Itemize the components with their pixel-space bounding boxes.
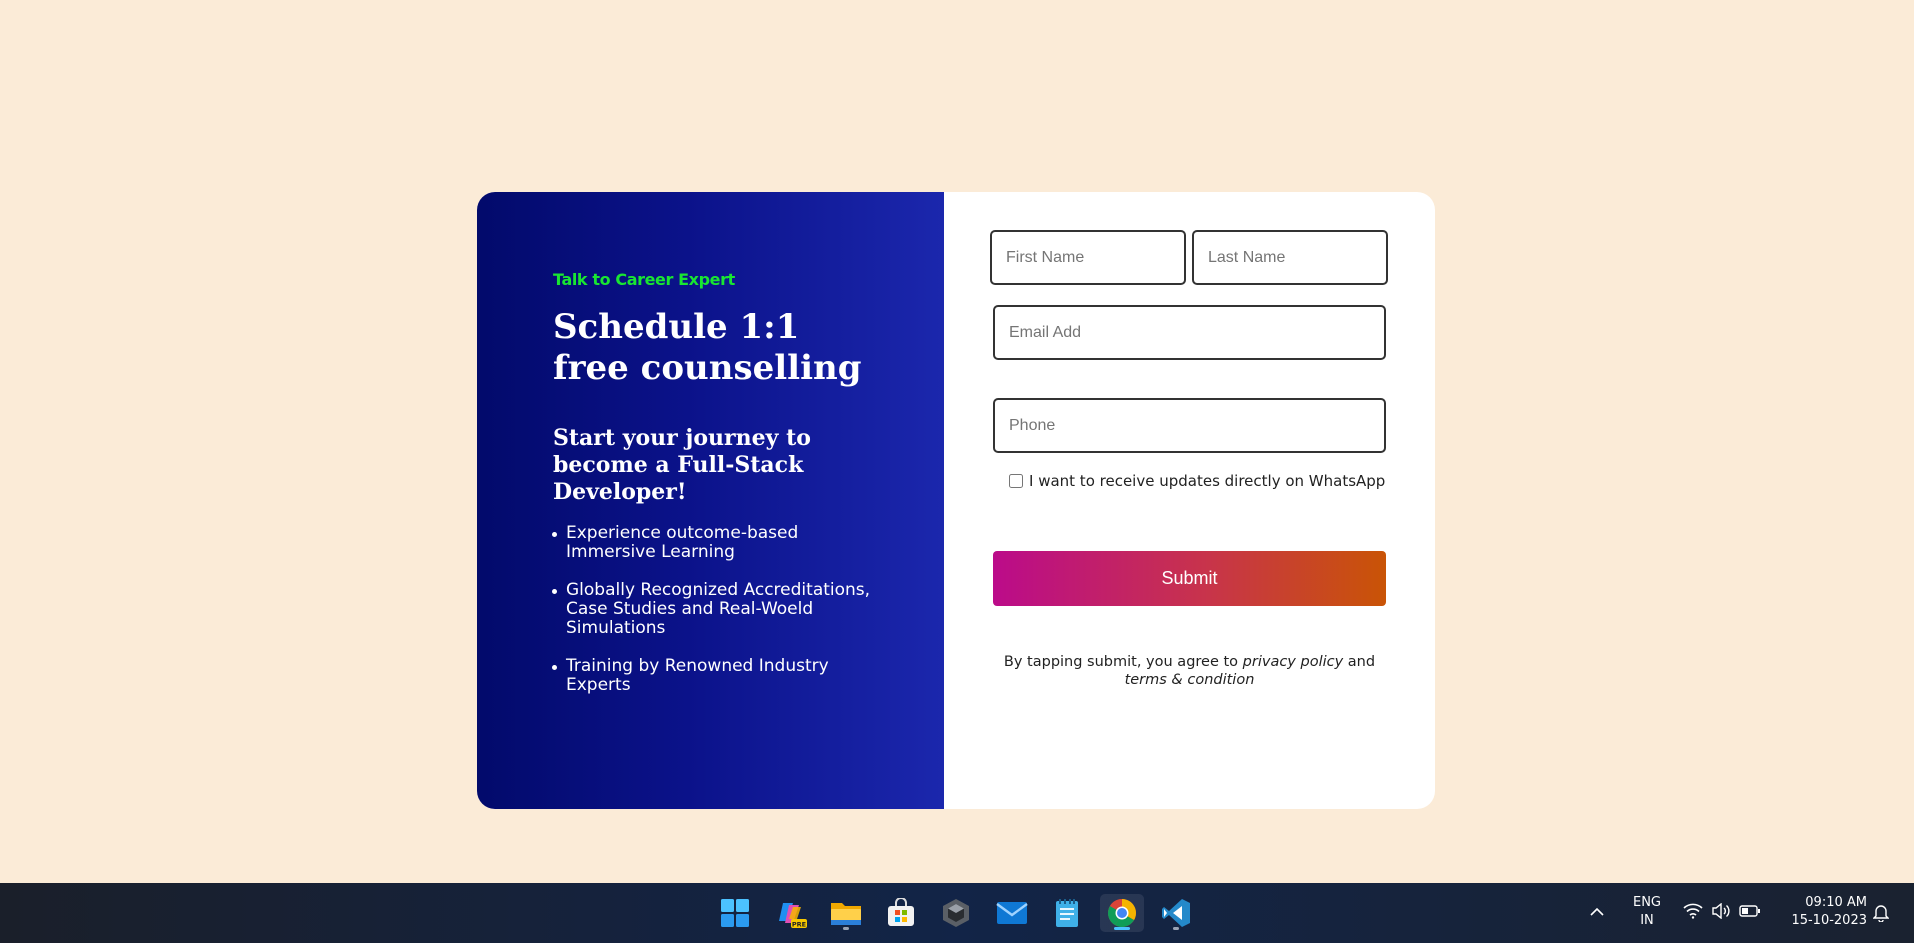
cube-app-button[interactable] (937, 894, 975, 932)
notepad-button[interactable] (1048, 894, 1086, 932)
phone-input[interactable] (993, 398, 1386, 453)
benefit-item: Experience outcome-based Immersive Learn… (552, 524, 884, 562)
chrome-button[interactable] (1100, 894, 1144, 932)
whatsapp-label: I want to receive updates directly on Wh… (1029, 472, 1386, 490)
copilot-button[interactable]: PRE (772, 894, 810, 932)
clock-time: 09:10 AM (1805, 895, 1867, 910)
language-code: ENG (1632, 895, 1661, 910)
start-icon (721, 899, 749, 927)
benefit-item: Globally Recognized Accreditations, Case… (552, 581, 884, 638)
subheadline: Start your journey to become a Full-Stac… (553, 425, 811, 505)
quick-settings-button[interactable] (1683, 903, 1761, 919)
notifications-button[interactable] (1872, 904, 1890, 926)
microsoft-store-button[interactable] (882, 894, 920, 932)
benefits-list: Experience outcome-based Immersive Learn… (552, 524, 884, 695)
whatsapp-opt-in[interactable]: I want to receive updates directly on Wh… (1009, 472, 1385, 490)
clock[interactable]: 09:10 AM 15-10-2023 (1781, 894, 1867, 930)
copilot-icon: PRE (779, 903, 807, 929)
benefit-item: Training by Renowned Industry Experts (552, 657, 884, 695)
terms-link[interactable]: terms & condition (1125, 672, 1255, 688)
cube-icon (943, 899, 969, 927)
eyebrow-text: Talk to Career Expert (553, 270, 735, 289)
copilot-badge: PRE (792, 921, 806, 929)
privacy-policy-link[interactable]: privacy policy (1243, 654, 1344, 670)
language-indicator[interactable]: ENG IN (1627, 894, 1667, 930)
wifi-icon (1683, 903, 1703, 919)
submit-button[interactable]: Submit (993, 551, 1386, 606)
region-code: IN (1640, 913, 1654, 928)
whatsapp-checkbox[interactable] (1009, 474, 1023, 488)
last-name-input[interactable] (1192, 230, 1388, 285)
promo-panel: Talk to Career Expert Schedule 1:1 free … (477, 192, 944, 809)
mail-icon (996, 902, 1028, 924)
vscode-button[interactable] (1157, 894, 1195, 932)
battery-icon (1739, 905, 1760, 917)
bell-icon (1872, 905, 1890, 923)
chevron-up-icon (1590, 907, 1604, 916)
mail-button[interactable] (993, 894, 1031, 932)
file-explorer-button[interactable] (827, 894, 865, 932)
folder-icon (831, 903, 861, 925)
legal-and: and (1347, 654, 1376, 670)
store-icon (888, 898, 914, 926)
legal-prefix: By tapping submit, you agree to (1003, 654, 1239, 670)
volume-icon (1712, 903, 1730, 919)
email-input[interactable] (993, 305, 1386, 360)
legal-notice: By tapping submit, you agree to privacy … (983, 653, 1396, 689)
notepad-icon (1056, 899, 1078, 927)
clock-date: 15-10-2023 (1791, 913, 1867, 928)
chrome-icon (1108, 899, 1136, 927)
vscode-icon (1162, 899, 1190, 927)
show-hidden-icons-button[interactable] (1589, 903, 1605, 922)
start-button[interactable] (716, 894, 754, 932)
taskbar: PRE ENG IN 09:10 AM 15-10-2023 (0, 883, 1914, 943)
first-name-input[interactable] (990, 230, 1186, 285)
headline: Schedule 1:1 free counselling (553, 307, 862, 388)
